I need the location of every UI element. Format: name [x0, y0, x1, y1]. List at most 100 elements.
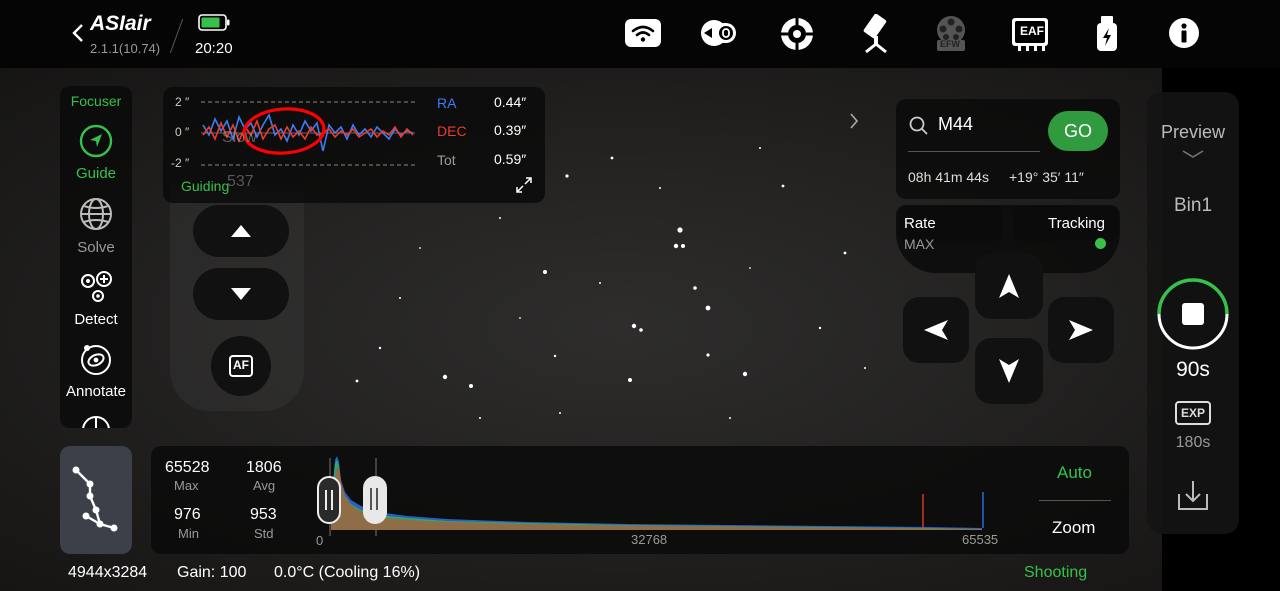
guide-speed-overlay: Slow	[222, 129, 257, 146]
focus-up-button[interactable]	[193, 205, 289, 257]
efw-label: EFW	[940, 39, 960, 49]
app-version: 2.1.1(10.74)	[90, 41, 161, 56]
slew-north-button[interactable]	[975, 253, 1043, 319]
slew-east-button[interactable]	[1048, 297, 1114, 363]
goto-panel: M44 GO 08h 41m 44s +19° 35′ 11″	[896, 99, 1120, 199]
exp-icon[interactable]: EXP	[1175, 401, 1211, 425]
histogram-blue-curve	[331, 456, 982, 530]
slew-west-button[interactable]	[903, 297, 969, 363]
chevron-right-icon[interactable]	[846, 110, 862, 132]
top-bar: ASIair 2.1.1(10.74) 20:20 EFW EAF	[0, 0, 1280, 68]
y-axis-bottom: -2 ″	[171, 156, 190, 170]
rate-value: MAX	[904, 236, 935, 252]
stat-std-label: Std	[254, 526, 274, 541]
focus-down-button[interactable]	[193, 268, 289, 320]
histogram-tick-0: 0	[316, 533, 324, 548]
arrow-up-icon	[999, 274, 1019, 298]
y-axis-mid: 0 ″	[175, 125, 190, 139]
rate-label: Rate	[904, 215, 936, 232]
arrow-left-icon	[924, 320, 948, 340]
target-ra: 08h 41m 44s	[908, 169, 989, 185]
autofocus-button[interactable]: AF	[211, 336, 271, 396]
expand-icon[interactable]	[515, 176, 533, 194]
guiding-graph-panel[interactable]: 2 ″ 0 ″ -2 ″ Slow 537 Guiding RA 0.44″ D…	[163, 87, 545, 203]
annotate-icon[interactable]	[79, 342, 113, 376]
nav-detect-label[interactable]: Detect	[60, 311, 132, 328]
stop-icon	[1157, 278, 1229, 350]
ra-value: 0.44″	[494, 94, 527, 110]
histogram-panel: 65528 Max 1806 Avg 976 Min 953 Std 0 327…	[151, 446, 1129, 554]
globe-icon[interactable]	[79, 197, 113, 231]
capture-button[interactable]	[1157, 278, 1229, 350]
slew-south-button[interactable]	[975, 338, 1043, 404]
zoom-button[interactable]: Zoom	[1052, 518, 1095, 538]
info-icon[interactable]	[1168, 17, 1200, 49]
stat-min-value: 976	[174, 506, 201, 523]
guiding-status-label: Guiding	[181, 178, 230, 194]
guide-icon[interactable]	[79, 124, 113, 158]
arrow-down-icon	[999, 359, 1019, 383]
focuser-tab[interactable]: Focuser	[60, 93, 132, 109]
go-button[interactable]: GO	[1048, 111, 1108, 151]
ra-label: RA	[437, 95, 457, 111]
arrow-right-icon	[1069, 320, 1093, 340]
detect-icon[interactable]	[78, 269, 114, 303]
exposure-total: 180s	[1175, 434, 1211, 451]
efw-icon[interactable]: EFW	[932, 14, 970, 52]
telescope-icon[interactable]	[858, 14, 894, 54]
tot-label: Tot	[437, 152, 456, 168]
mount-icon[interactable]	[700, 16, 740, 50]
search-underline	[908, 151, 1040, 152]
triangle-down-icon	[231, 288, 251, 300]
auto-stretch-button[interactable]: Auto	[1057, 463, 1092, 483]
stat-avg-value: 1806	[246, 459, 282, 476]
target-dec: +19° 35′ 11″	[1009, 169, 1084, 185]
exposure-time[interactable]: 90s	[1147, 358, 1239, 382]
camera-temperature: 0.0°C (Cooling 16%)	[274, 564, 421, 581]
chevron-down-icon[interactable]	[1181, 148, 1205, 160]
tracking-status-dot	[1095, 238, 1106, 249]
nav-guide-label[interactable]: Guide	[60, 165, 132, 182]
app-logo: ASIair	[90, 12, 151, 35]
bin-setting[interactable]: Bin1	[1147, 195, 1239, 217]
exp-badge: EXP	[1180, 406, 1205, 420]
stat-max-label: Max	[174, 478, 199, 493]
step-count-overlay: 537	[227, 173, 254, 190]
camera-gain: Gain: 100	[177, 564, 247, 581]
histogram-tick-max: 65535	[962, 532, 999, 547]
tracking-label: Tracking	[1048, 215, 1105, 232]
preview-mode[interactable]: Preview	[1147, 122, 1239, 143]
tot-value: 0.59″	[494, 151, 527, 167]
usb-power-icon[interactable]	[1094, 14, 1120, 54]
af-label: AF	[233, 358, 249, 372]
stat-max-value: 65528	[165, 459, 210, 476]
download-icon[interactable]	[1176, 478, 1210, 512]
left-nav-panel: Focuser Guide Solve Detect Annotate	[60, 86, 132, 428]
crosshair-icon[interactable]	[779, 16, 815, 52]
eaf-icon[interactable]: EAF	[1010, 16, 1050, 52]
constellation-thumbnail[interactable]	[60, 446, 132, 554]
constellation-icon	[72, 466, 118, 532]
search-input[interactable]: M44	[938, 114, 973, 135]
y-axis-top: 2 ″	[175, 95, 190, 109]
back-chevron-icon[interactable]	[70, 22, 86, 44]
search-icon	[908, 115, 930, 137]
capture-panel: Preview Bin1 90s EXP 180s	[1147, 92, 1239, 534]
dec-value: 0.39″	[494, 122, 527, 138]
black-point-slider-handle[interactable]	[317, 476, 341, 524]
go-button-label: GO	[1063, 120, 1092, 141]
nav-solve-label[interactable]: Solve	[60, 239, 132, 256]
image-resolution: 4944x3284	[68, 564, 148, 581]
battery-icon	[198, 14, 230, 31]
histogram-plot	[329, 456, 984, 536]
histogram-tick-mid: 32768	[631, 532, 668, 547]
dec-label: DEC	[437, 123, 467, 139]
eaf-label: EAF	[1020, 24, 1044, 38]
shooting-mode[interactable]: Shooting	[1024, 564, 1087, 582]
clock-time: 20:20	[195, 40, 233, 57]
wifi-icon[interactable]	[624, 17, 662, 49]
nav-annotate-label[interactable]: Annotate	[60, 383, 132, 400]
white-point-slider-handle[interactable]	[363, 476, 387, 524]
divider	[169, 18, 184, 54]
stat-min-label: Min	[178, 526, 199, 541]
